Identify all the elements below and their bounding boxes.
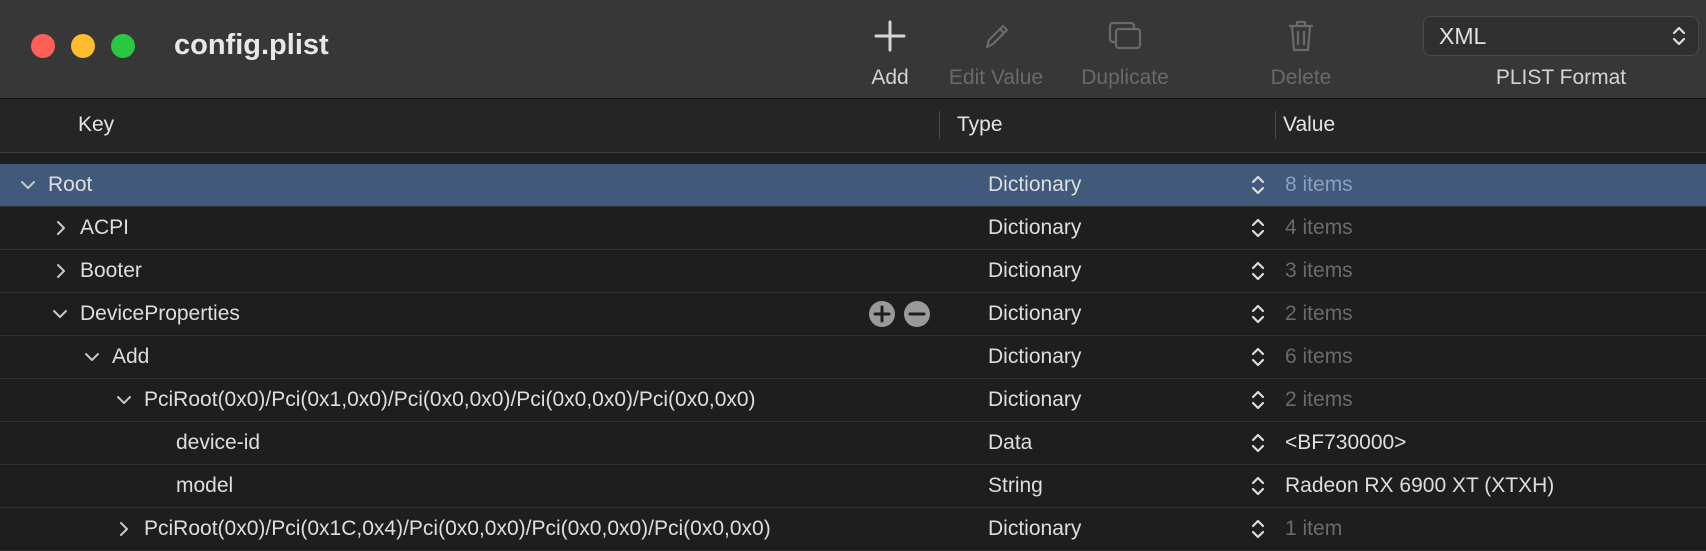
row-key: DeviceProperties — [80, 302, 240, 325]
row-value: 1 item — [1285, 517, 1343, 540]
duplicate-button-label: Duplicate — [1081, 66, 1169, 89]
row-type[interactable]: String — [988, 474, 1043, 498]
header-type[interactable]: Type — [957, 113, 1003, 137]
duplicate-button[interactable]: Duplicate — [1065, 14, 1185, 90]
add-circle-icon[interactable] — [869, 301, 895, 327]
row-type[interactable]: Dictionary — [988, 302, 1081, 326]
chevron-down-icon[interactable] — [83, 348, 101, 366]
plist-format-label: PLIST Format — [1495, 66, 1627, 89]
table-row[interactable]: device-id Data <BF730000> — [0, 422, 1706, 465]
row-type[interactable]: Dictionary — [988, 259, 1081, 283]
chevron-updown-icon[interactable] — [1251, 518, 1265, 540]
window-title: config.plist — [174, 29, 329, 61]
table-row[interactable]: Add Dictionary 6 items — [0, 336, 1706, 379]
chevron-down-icon[interactable] — [115, 391, 133, 409]
plus-icon — [830, 14, 950, 58]
zoom-window-button[interactable] — [111, 34, 135, 58]
row-type[interactable]: Dictionary — [988, 345, 1081, 369]
trash-icon — [1241, 14, 1361, 58]
table-row[interactable]: ACPI Dictionary 4 items — [0, 207, 1706, 250]
row-value[interactable]: Radeon RX 6900 XT (XTXH) — [1285, 474, 1554, 498]
row-value: 2 items — [1285, 388, 1353, 411]
header-value[interactable]: Value — [1283, 113, 1335, 137]
chevron-right-icon[interactable] — [115, 520, 133, 538]
table-row[interactable]: Booter Dictionary 3 items — [0, 250, 1706, 293]
row-value: 3 items — [1285, 259, 1353, 282]
outline-view: Root Dictionary 8 items ACPI Dictionary … — [0, 164, 1706, 551]
add-button-label: Add — [871, 66, 909, 89]
table-row[interactable]: model String Radeon RX 6900 XT (XTXH) — [0, 465, 1706, 508]
row-key: model — [176, 474, 234, 497]
plist-format-select[interactable]: XML — [1423, 16, 1699, 56]
table-row[interactable]: PciRoot(0x0)/Pci(0x1C,0x4)/Pci(0x0,0x0)/… — [0, 508, 1706, 551]
column-header: Key Type Value — [0, 99, 1706, 153]
edit-value-button-label: Edit Value — [948, 66, 1044, 89]
chevron-updown-icon[interactable] — [1251, 174, 1265, 196]
remove-circle-icon[interactable] — [904, 301, 930, 327]
row-value: 6 items — [1285, 345, 1353, 368]
chevron-updown-icon[interactable] — [1251, 475, 1265, 497]
row-key: device-id — [176, 431, 261, 454]
row-key: Add — [112, 345, 150, 368]
row-key: ACPI — [80, 216, 130, 239]
minimize-window-button[interactable] — [71, 34, 95, 58]
duplicate-icon — [1065, 14, 1185, 58]
row-value[interactable]: <BF730000> — [1285, 431, 1406, 455]
chevron-updown-icon[interactable] — [1251, 260, 1265, 282]
row-type[interactable]: Dictionary — [988, 173, 1081, 197]
row-type[interactable]: Dictionary — [988, 517, 1081, 541]
row-type[interactable]: Data — [988, 431, 1032, 455]
row-value: 4 items — [1285, 216, 1353, 239]
row-type[interactable]: Dictionary — [988, 388, 1081, 412]
pencil-icon — [936, 14, 1056, 58]
chevron-updown-icon[interactable] — [1251, 303, 1265, 325]
column-divider[interactable] — [939, 111, 940, 139]
chevron-updown-icon[interactable] — [1251, 389, 1265, 411]
chevron-updown-icon[interactable] — [1251, 432, 1265, 454]
titlebar: config.plist Add Edit Value Duplicate De… — [0, 0, 1706, 99]
row-key: PciRoot(0x0)/Pci(0x1,0x0)/Pci(0x0,0x0)/P… — [144, 388, 756, 411]
column-divider[interactable] — [1275, 111, 1276, 139]
chevron-down-icon[interactable] — [51, 305, 69, 323]
row-key: Booter — [80, 259, 142, 282]
table-row[interactable]: PciRoot(0x0)/Pci(0x1,0x0)/Pci(0x0,0x0)/P… — [0, 379, 1706, 422]
plist-format-value: XML — [1439, 23, 1487, 49]
chevron-down-icon[interactable] — [19, 176, 37, 194]
row-key: Root — [48, 173, 93, 196]
add-button[interactable]: Add — [830, 14, 950, 90]
delete-button[interactable]: Delete — [1241, 14, 1361, 90]
row-value: 8 items — [1285, 173, 1353, 196]
chevron-updown-icon — [1672, 25, 1686, 53]
edit-value-button[interactable]: Edit Value — [936, 14, 1056, 90]
close-window-button[interactable] — [31, 34, 55, 58]
row-value: 2 items — [1285, 302, 1353, 325]
row-type[interactable]: Dictionary — [988, 216, 1081, 240]
chevron-updown-icon[interactable] — [1251, 217, 1265, 239]
table-row[interactable]: DeviceProperties Dictionary 2 items — [0, 293, 1706, 336]
chevron-updown-icon[interactable] — [1251, 346, 1265, 368]
delete-button-label: Delete — [1270, 66, 1332, 89]
header-key[interactable]: Key — [78, 113, 114, 137]
chevron-right-icon[interactable] — [52, 219, 70, 237]
row-key: PciRoot(0x0)/Pci(0x1C,0x4)/Pci(0x0,0x0)/… — [144, 517, 771, 540]
chevron-right-icon[interactable] — [52, 262, 70, 280]
table-row[interactable]: Root Dictionary 8 items — [0, 164, 1706, 207]
